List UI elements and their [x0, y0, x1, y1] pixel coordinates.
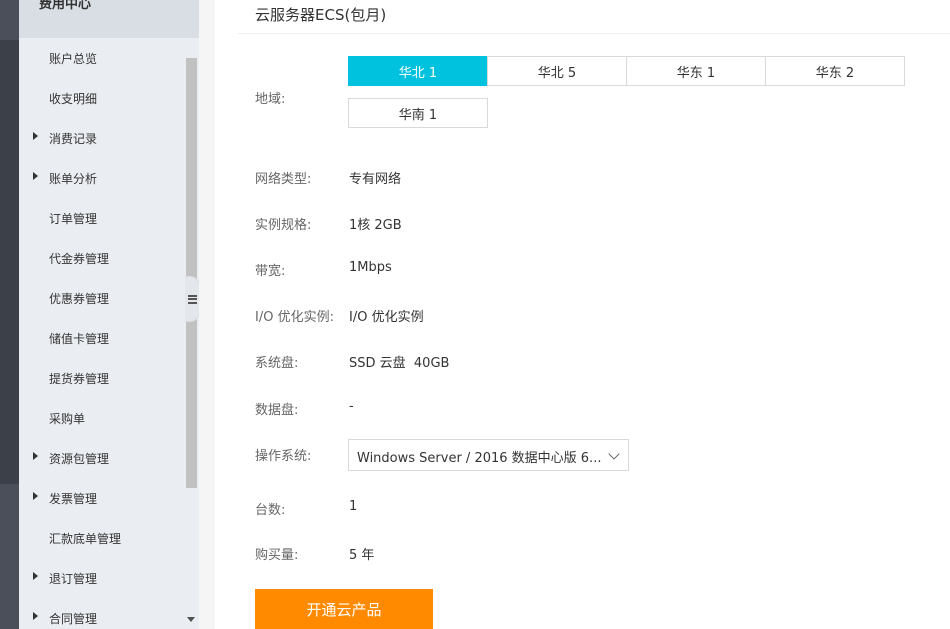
chevron-down-icon — [608, 448, 620, 460]
sidebar-item[interactable]: 账户总览 — [19, 38, 184, 78]
sidebar-item-label: 发票管理 — [49, 492, 98, 506]
sidebar-item[interactable]: 消费记录 — [19, 118, 184, 158]
sidebar-item-label: 消费记录 — [49, 132, 98, 146]
sidebar: 费用中心 账户总览收支明细消费记录账单分析订单管理代金券管理优惠券管理储值卡管理… — [19, 0, 199, 629]
region-label: 地域: — [255, 92, 286, 107]
os-select-value: Windows Server / 2016 数据中心版 6... — [357, 451, 602, 466]
os-label: 操作系统: — [255, 449, 312, 464]
open-product-button[interactable]: 开通云产品 — [255, 589, 433, 629]
sidebar-item-label: 合同管理 — [49, 612, 98, 626]
count-label: 台数: — [255, 503, 286, 518]
rail-top-block — [0, 0, 19, 40]
count-value: 1 — [349, 499, 358, 514]
region-option-huanan-1[interactable]: 华南 1 — [348, 98, 488, 128]
sidebar-item[interactable]: 储值卡管理 — [19, 318, 184, 358]
sidebar-item[interactable]: 发票管理 — [19, 478, 184, 518]
sidebar-item[interactable]: 账单分析 — [19, 158, 184, 198]
sidebar-item[interactable]: 资源包管理 — [19, 438, 184, 478]
caret-right-icon — [33, 572, 38, 580]
sidebar-item[interactable]: 提货券管理 — [19, 358, 184, 398]
caret-right-icon — [33, 452, 38, 460]
sidebar-item[interactable]: 收支明细 — [19, 78, 184, 118]
duration-label: 购买量: — [255, 548, 299, 563]
data-disk-label: 数据盘: — [255, 403, 299, 418]
sidebar-scrollbar-thumb[interactable] — [186, 58, 197, 488]
bandwidth-value: 1Mbps — [349, 260, 392, 275]
instance-label: 实例规格: — [255, 218, 312, 233]
content-gutter — [199, 0, 215, 629]
sidebar-item-label: 退订管理 — [49, 572, 98, 586]
title-divider — [238, 33, 950, 34]
sidebar-item-label: 提货券管理 — [49, 372, 110, 386]
app-root: 费用中心 账户总览收支明细消费记录账单分析订单管理代金券管理优惠券管理储值卡管理… — [0, 0, 950, 629]
region-option-huadong-2[interactable]: 华东 2 — [765, 56, 905, 86]
sidebar-item[interactable]: 优惠券管理 — [19, 278, 184, 318]
sidebar-item-label: 资源包管理 — [49, 452, 110, 466]
caret-right-icon — [33, 132, 38, 140]
sidebar-item-label: 优惠券管理 — [49, 292, 110, 306]
network-value: 专有网络 — [349, 172, 402, 187]
caret-right-icon — [33, 612, 38, 620]
caret-right-icon — [33, 172, 38, 180]
io-label: I/O 优化实例: — [255, 310, 334, 325]
sidebar-item-label: 订单管理 — [49, 212, 98, 226]
io-value: I/O 优化实例 — [349, 310, 424, 325]
bandwidth-label: 带宽: — [255, 264, 286, 279]
scroll-down-arrow-icon[interactable] — [187, 617, 195, 622]
sidebar-item-label: 代金券管理 — [49, 252, 110, 266]
sidebar-header: 费用中心 — [19, 0, 199, 38]
rail-bottom-block — [0, 484, 19, 629]
system-disk-label: 系统盘: — [255, 356, 299, 371]
sidebar-item-label: 账单分析 — [49, 172, 98, 186]
sidebar-item-label: 账户总览 — [49, 52, 98, 66]
sidebar-item-label: 汇款底单管理 — [49, 532, 122, 546]
sidebar-title: 费用中心 — [39, 0, 92, 12]
system-disk-value: SSD 云盘 40GB — [349, 356, 450, 371]
caret-right-icon — [33, 492, 38, 500]
region-option-huabei-1[interactable]: 华北 1 — [348, 56, 488, 86]
sidebar-item-label: 采购单 — [49, 412, 86, 426]
region-option-huadong-1[interactable]: 华东 1 — [626, 56, 766, 86]
sidebar-item[interactable]: 订单管理 — [19, 198, 184, 238]
os-select[interactable]: Windows Server / 2016 数据中心版 6... — [348, 439, 629, 471]
sidebar-item[interactable]: 汇款底单管理 — [19, 518, 184, 558]
instance-value: 1核 2GB — [349, 218, 402, 233]
sidebar-item[interactable]: 退订管理 — [19, 558, 184, 598]
sidebar-item[interactable]: 采购单 — [19, 398, 184, 438]
sidebar-item-label: 储值卡管理 — [49, 332, 110, 346]
page-title: 云服务器ECS(包月) — [255, 6, 387, 24]
collapse-icon — [187, 294, 197, 304]
region-option-huabei-5[interactable]: 华北 5 — [487, 56, 627, 86]
sidebar-item-label: 收支明细 — [49, 92, 98, 106]
data-disk-value: - — [349, 399, 354, 414]
sidebar-collapse-handle[interactable] — [185, 276, 200, 322]
sidebar-item[interactable]: 合同管理 — [19, 598, 184, 629]
sidebar-item[interactable]: 代金券管理 — [19, 238, 184, 278]
network-label: 网络类型: — [255, 172, 312, 187]
duration-value: 5 年 — [349, 548, 375, 563]
